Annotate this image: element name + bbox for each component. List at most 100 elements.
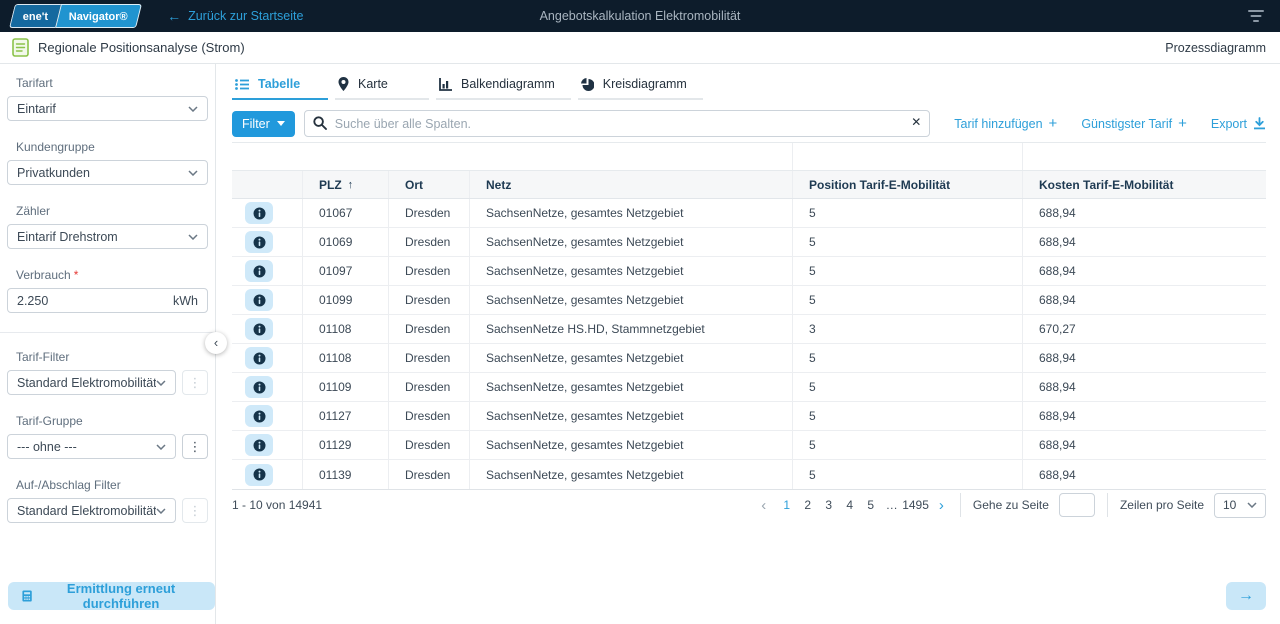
row-info-button[interactable]	[245, 318, 273, 340]
pagination-page-5[interactable]: 5	[860, 495, 881, 515]
cell-ort: Dresden	[388, 199, 469, 227]
divider	[1107, 493, 1108, 517]
list-icon	[235, 79, 249, 90]
row-info-button[interactable]	[245, 376, 273, 398]
sidebar-collapse-button[interactable]: ‹	[205, 332, 227, 354]
results-table: PLZ ↑ Ort Netz Position Tarif-E-Mobilitä…	[232, 142, 1266, 490]
info-icon	[253, 352, 266, 365]
previous-page-button[interactable]: ‹	[757, 498, 770, 513]
cell-ort: Dresden	[388, 373, 469, 401]
cell-plz: 01069	[302, 228, 388, 256]
row-info-button[interactable]	[245, 464, 273, 486]
sort-asc-icon: ↑	[348, 179, 354, 191]
tarif-gruppe-kebab-button[interactable]: ⋮	[182, 434, 208, 459]
tab-balkendiagramm[interactable]: Balkendiagramm	[436, 75, 571, 100]
verbrauch-unit: kWh	[173, 294, 198, 308]
cell-netz: SachsenNetze, gesamtes Netzgebiet	[469, 460, 792, 489]
cell-plz: 01129	[302, 431, 388, 459]
tarifart-label: Tarifart	[16, 76, 208, 90]
row-info-button[interactable]	[245, 434, 273, 456]
sidebar-divider	[0, 332, 215, 333]
arrow-right-icon: →	[1238, 587, 1254, 605]
add-tariff-link[interactable]: Tarif hinzufügen +	[954, 116, 1057, 131]
enet-navigator-logo[interactable]: ene't Navigator®	[12, 4, 139, 28]
cell-position: 5	[792, 344, 1022, 372]
table-row: 01108 Dresden SachsenNetze HS.HD, Stammn…	[232, 315, 1266, 344]
topbar: ene't Navigator® ← Zurück zur Startseite…	[0, 0, 1280, 32]
search-icon	[313, 116, 327, 130]
column-header-kosten[interactable]: Kosten Tarif-E-Mobilität	[1022, 171, 1266, 198]
next-step-button[interactable]: →	[1226, 582, 1266, 610]
cell-kosten: 688,94	[1022, 228, 1266, 256]
tarif-gruppe-select[interactable]: --- ohne ---	[7, 434, 176, 459]
back-to-start-link[interactable]: ← Zurück zur Startseite	[167, 9, 303, 23]
row-info-button[interactable]	[245, 202, 273, 224]
next-page-chevron-button[interactable]: ›	[935, 498, 948, 513]
tarif-gruppe-value: --- ohne ---	[17, 440, 77, 454]
cell-netz: SachsenNetze, gesamtes Netzgebiet	[469, 344, 792, 372]
tab-label: Tabelle	[258, 77, 300, 91]
rerun-calculation-button[interactable]: Ermittlung erneut durchführen	[8, 582, 215, 610]
cell-netz: SachsenNetze, gesamtes Netzgebiet	[469, 431, 792, 459]
filter-button[interactable]: Filter	[232, 111, 295, 137]
column-header-plz[interactable]: PLZ ↑	[302, 171, 388, 198]
prozessdiagramm-link[interactable]: Prozessdiagramm	[1165, 41, 1266, 55]
cheapest-tariff-link[interactable]: Günstigster Tarif +	[1081, 116, 1187, 131]
kundengruppe-select[interactable]: Privatkunden	[7, 160, 208, 185]
cell-position: 5	[792, 402, 1022, 430]
cell-kosten: 688,94	[1022, 199, 1266, 227]
view-tabs: Tabelle Karte Balkendiagramm	[232, 75, 1266, 100]
plus-icon: +	[1178, 116, 1187, 131]
info-icon	[253, 323, 266, 336]
pagination-page-1[interactable]: 1	[776, 495, 797, 515]
chevron-down-icon	[156, 444, 166, 450]
row-info-button[interactable]	[245, 289, 273, 311]
clear-search-icon[interactable]: ✕	[911, 115, 921, 129]
cell-netz: SachsenNetze, gesamtes Netzgebiet	[469, 228, 792, 256]
calculator-icon	[22, 589, 32, 603]
goto-page-input[interactable]	[1059, 493, 1095, 517]
tab-tabelle[interactable]: Tabelle	[232, 75, 328, 100]
zaehler-select[interactable]: Eintarif Drehstrom	[7, 224, 208, 249]
cell-position: 5	[792, 257, 1022, 285]
row-info-button[interactable]	[245, 405, 273, 427]
cell-netz: SachsenNetze HS.HD, Stammnetzgebiet	[469, 315, 792, 343]
pagination-page-1495[interactable]: 1495	[902, 495, 929, 515]
info-icon	[253, 381, 266, 394]
cell-plz: 01139	[302, 460, 388, 489]
export-label: Export	[1211, 117, 1247, 131]
menu-icon[interactable]	[1248, 9, 1264, 23]
column-header-position[interactable]: Position Tarif-E-Mobilität	[792, 171, 1022, 198]
tab-kreisdiagramm[interactable]: Kreisdiagramm	[578, 75, 703, 100]
field-auf-abschlag-filter: Auf-/Abschlag Filter Standard Elektromob…	[7, 478, 208, 523]
field-kundengruppe: Kundengruppe Privatkunden	[7, 140, 208, 185]
column-header-ort[interactable]: Ort	[388, 171, 469, 198]
cell-position: 5	[792, 286, 1022, 314]
cell-netz: SachsenNetze, gesamtes Netzgebiet	[469, 257, 792, 285]
page-title: Regionale Positionsanalyse (Strom)	[38, 40, 245, 55]
verbrauch-input[interactable]	[17, 294, 173, 308]
pagination-page-2[interactable]: 2	[797, 495, 818, 515]
cell-plz: 01099	[302, 286, 388, 314]
page-header: Regionale Positionsanalyse (Strom) Proze…	[0, 32, 1280, 64]
caret-down-icon	[277, 121, 285, 126]
cell-position: 5	[792, 199, 1022, 227]
tarif-filter-kebab-button[interactable]: ⋮	[182, 370, 208, 395]
tarifart-select[interactable]: Eintarif	[7, 96, 208, 121]
rows-per-page-select[interactable]: 10	[1214, 493, 1266, 518]
auf-abschlag-kebab-button[interactable]: ⋮	[182, 498, 208, 523]
pagination-page-4[interactable]: 4	[839, 495, 860, 515]
tab-karte[interactable]: Karte	[335, 75, 429, 100]
pagination-page-3[interactable]: 3	[818, 495, 839, 515]
tab-label: Balkendiagramm	[461, 77, 555, 91]
zaehler-label: Zähler	[16, 204, 208, 218]
export-link[interactable]: Export	[1211, 117, 1266, 131]
tarif-filter-select[interactable]: Standard Elektromobilität	[7, 370, 176, 395]
auf-abschlag-filter-select[interactable]: Standard Elektromobilität	[7, 498, 176, 523]
column-header-netz[interactable]: Netz	[469, 171, 792, 198]
row-info-button[interactable]	[245, 260, 273, 282]
row-info-button[interactable]	[245, 347, 273, 369]
row-info-button[interactable]	[245, 231, 273, 253]
sidebar: Tarifart Eintarif Kundengruppe Privatkun…	[0, 64, 216, 624]
search-input[interactable]	[304, 110, 931, 137]
